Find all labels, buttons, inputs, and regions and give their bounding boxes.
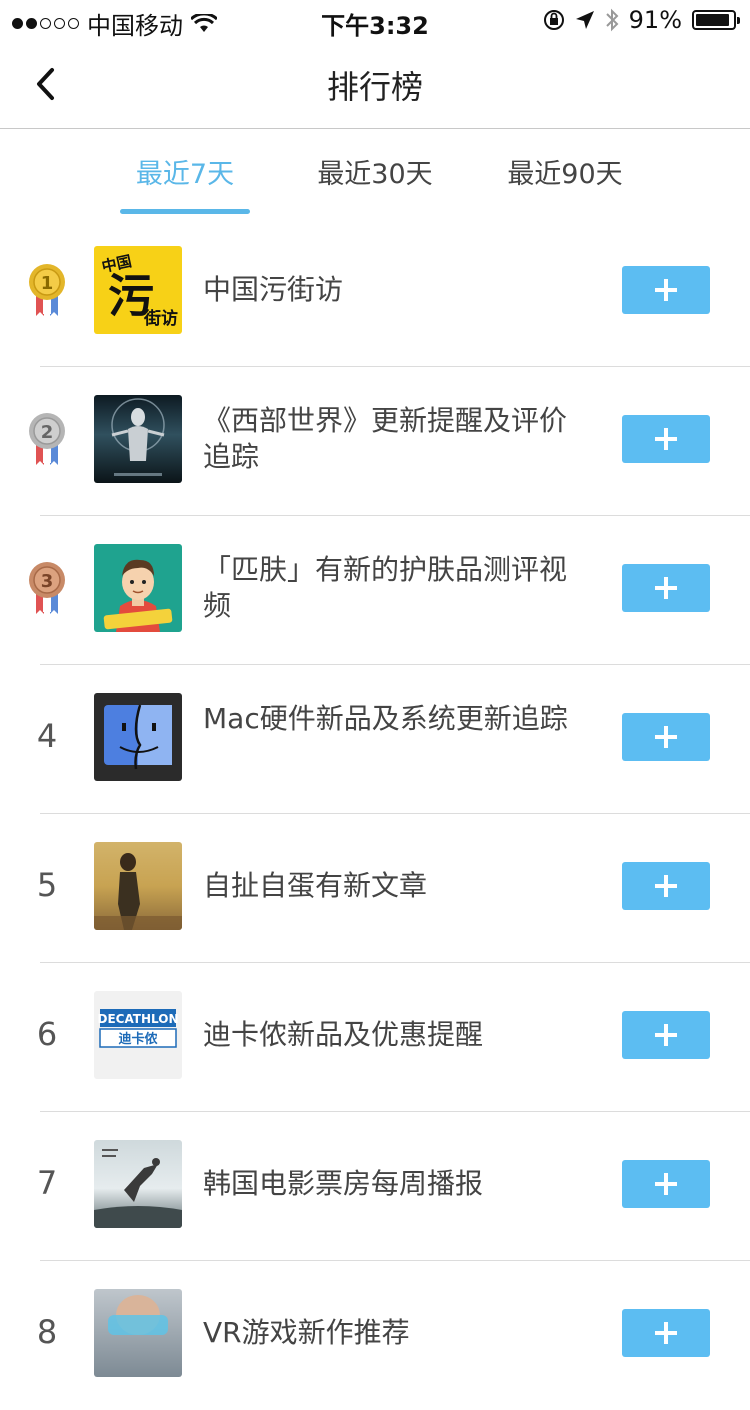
bronze-medal-icon: 3 xyxy=(29,562,65,614)
zhongguo-wujiefang-logo: 中国 污 街访 xyxy=(94,246,182,334)
svg-text:街访: 街访 xyxy=(143,308,178,329)
item-title: 韩国电影票房每周播报 xyxy=(203,1167,484,1200)
period-tabs: 最近7天 最近30天 最近90天 xyxy=(0,128,750,218)
tab-30-days[interactable]: 最近30天 xyxy=(300,152,450,191)
plus-icon xyxy=(655,1322,677,1344)
add-button[interactable] xyxy=(622,564,710,612)
pifu-cartoon-avatar xyxy=(94,544,182,632)
list-item[interactable]: 7 韩国电影票房每周播报 xyxy=(0,1112,750,1261)
bluetooth-icon xyxy=(605,8,619,32)
navigation-bar: 排行榜 xyxy=(0,40,750,129)
rank-number: 7 xyxy=(36,1164,58,1202)
add-button[interactable] xyxy=(622,415,710,463)
westworld-poster xyxy=(94,395,182,483)
movie-poster-thumbnail xyxy=(94,1140,182,1228)
list-item[interactable]: 1 中国 污 街访 中国污街访 xyxy=(0,218,750,367)
add-button[interactable] xyxy=(622,1309,710,1357)
plus-icon xyxy=(655,577,677,599)
mac-finder-icon xyxy=(94,693,182,781)
medal-rank-text: 3 xyxy=(41,571,54,592)
gold-medal-icon: 1 xyxy=(29,264,65,316)
item-title: 「匹肤」有新的护肤品测评视频 xyxy=(203,553,568,622)
list-item[interactable]: 8 VR游戏新作推荐 xyxy=(0,1261,750,1410)
tab-90-days[interactable]: 最近90天 xyxy=(490,152,640,191)
svg-text:迪卡侬: 迪卡侬 xyxy=(118,1031,158,1047)
vr-headset-thumbnail xyxy=(94,1289,182,1377)
status-bar: 中国移动 下午3:32 91% xyxy=(0,0,750,40)
decathlon-logo: DECATHLON 迪卡侬 xyxy=(94,991,182,1079)
rank-number: 5 xyxy=(36,866,58,904)
list-item[interactable]: 2 《西部世界》更新提醒及评价追踪 xyxy=(0,367,750,516)
painting-thumbnail xyxy=(94,842,182,930)
rotation-lock-icon xyxy=(543,10,564,30)
add-button[interactable] xyxy=(622,713,710,761)
list-item[interactable]: 5 自扯自蛋有新文章 xyxy=(0,814,750,963)
medal-rank-text: 1 xyxy=(41,273,54,294)
plus-icon xyxy=(655,875,677,897)
list-item[interactable]: 6 DECATHLON 迪卡侬 迪卡侬新品及优惠提醒 xyxy=(0,963,750,1112)
add-button[interactable] xyxy=(622,1011,710,1059)
active-tab-indicator xyxy=(120,209,250,214)
svg-text:DECATHLON: DECATHLON xyxy=(97,1012,178,1026)
tab-7-days[interactable]: 最近7天 xyxy=(120,152,250,191)
plus-icon xyxy=(655,726,677,748)
add-button[interactable] xyxy=(622,862,710,910)
rank-number: 6 xyxy=(36,1015,58,1053)
item-title: VR游戏新作推荐 xyxy=(203,1316,410,1349)
page-title: 排行榜 xyxy=(326,68,423,106)
item-title: Mac硬件新品及系统更新追踪 xyxy=(203,702,568,735)
plus-icon xyxy=(655,279,677,301)
rank-number: 8 xyxy=(36,1313,58,1351)
medal-rank-text: 2 xyxy=(41,422,54,443)
ranking-list: 1 中国 污 街访 中国污街访 2 《西部世界》更新提醒及评价追踪 3 「匹肤」… xyxy=(0,218,750,1410)
item-title: 自扯自蛋有新文章 xyxy=(203,869,428,902)
add-button[interactable] xyxy=(622,266,710,314)
silver-medal-icon: 2 xyxy=(29,413,65,465)
list-item[interactable]: 4 Mac硬件新品及系统更新追踪 xyxy=(0,665,750,814)
battery-percent: 91% xyxy=(628,6,682,34)
list-item[interactable]: 3 「匹肤」有新的护肤品测评视频 xyxy=(0,516,750,665)
location-arrow-icon xyxy=(575,11,594,29)
add-button[interactable] xyxy=(622,1160,710,1208)
item-title: 迪卡侬新品及优惠提醒 xyxy=(203,1018,484,1051)
rank-number: 4 xyxy=(36,717,58,755)
battery-icon xyxy=(692,10,740,30)
item-title: 《西部世界》更新提醒及评价追踪 xyxy=(203,404,568,473)
plus-icon xyxy=(655,1024,677,1046)
plus-icon xyxy=(655,1173,677,1195)
plus-icon xyxy=(655,428,677,450)
item-title: 中国污街访 xyxy=(203,273,344,306)
